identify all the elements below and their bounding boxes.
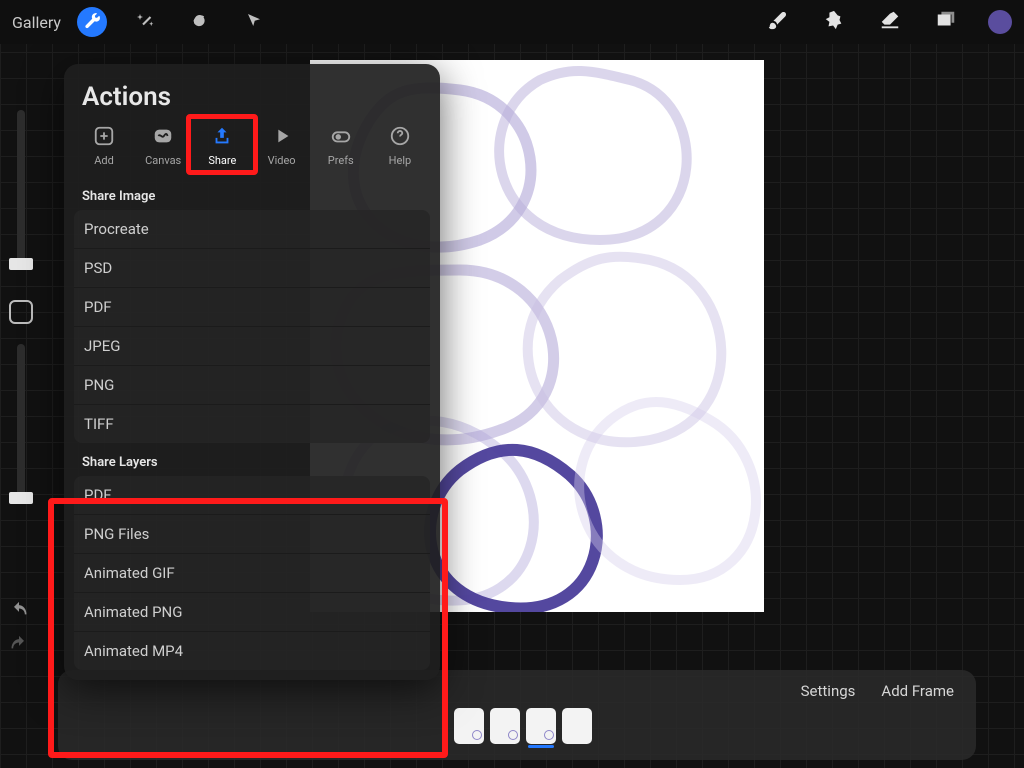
share-option-tiff[interactable]: TIFF bbox=[74, 405, 430, 443]
actions-button[interactable] bbox=[77, 7, 107, 37]
panel-title: Actions bbox=[64, 82, 440, 124]
wrench-icon bbox=[83, 11, 101, 33]
brush-tool-button[interactable] bbox=[764, 8, 792, 36]
share-layers-animated-png[interactable]: Animated PNG bbox=[74, 593, 430, 632]
tab-add[interactable]: Add bbox=[78, 124, 130, 167]
help-icon bbox=[388, 124, 412, 148]
share-layers-list: PDF PNG Files Animated GIF Animated PNG … bbox=[64, 476, 440, 670]
prefs-icon bbox=[329, 124, 353, 148]
frame-thumb[interactable] bbox=[562, 708, 592, 744]
frame-thumb[interactable] bbox=[526, 708, 556, 744]
share-layers-animated-mp4[interactable]: Animated MP4 bbox=[74, 632, 430, 670]
tab-share[interactable]: Share bbox=[196, 124, 248, 167]
frame-thumb[interactable] bbox=[490, 708, 520, 744]
animation-settings-button[interactable]: Settings bbox=[801, 682, 856, 700]
redo-button[interactable] bbox=[8, 634, 30, 656]
cursor-icon bbox=[245, 11, 263, 33]
share-layers-pdf[interactable]: PDF bbox=[74, 476, 430, 515]
selection-icon bbox=[191, 11, 209, 33]
share-option-png[interactable]: PNG bbox=[74, 366, 430, 405]
tab-label: Add bbox=[94, 154, 114, 167]
share-option-psd[interactable]: PSD bbox=[74, 249, 430, 288]
animation-frames bbox=[58, 708, 976, 754]
share-icon bbox=[210, 124, 234, 148]
tab-label: Prefs bbox=[328, 154, 354, 167]
tab-prefs[interactable]: Prefs bbox=[315, 124, 367, 167]
animation-bar: Settings Add Frame bbox=[58, 670, 976, 760]
tab-label: Video bbox=[268, 154, 296, 167]
tab-canvas[interactable]: Canvas bbox=[137, 124, 189, 167]
tab-label: Share bbox=[208, 154, 236, 167]
tab-help[interactable]: Help bbox=[374, 124, 426, 167]
color-swatch-button[interactable] bbox=[988, 10, 1012, 34]
transform-button[interactable] bbox=[239, 7, 269, 37]
actions-panel: Actions Add Canvas Share Video Prefs Hel… bbox=[64, 64, 440, 680]
undo-button[interactable] bbox=[8, 600, 30, 622]
share-option-pdf[interactable]: PDF bbox=[74, 288, 430, 327]
modify-button[interactable] bbox=[9, 300, 33, 324]
add-icon bbox=[92, 124, 116, 148]
eraser-icon bbox=[879, 9, 901, 35]
actions-tab-row: Add Canvas Share Video Prefs Help bbox=[64, 124, 440, 177]
eraser-tool-button[interactable] bbox=[876, 8, 904, 36]
canvas-icon bbox=[151, 124, 175, 148]
slider-thumb[interactable] bbox=[9, 258, 33, 270]
share-image-list: Procreate PSD PDF JPEG PNG TIFF bbox=[64, 210, 440, 443]
slider-thumb[interactable] bbox=[9, 492, 33, 504]
selection-button[interactable] bbox=[185, 7, 215, 37]
top-toolbar: Gallery bbox=[0, 0, 1024, 44]
frame-thumb[interactable] bbox=[454, 708, 484, 744]
brush-icon bbox=[767, 9, 789, 35]
share-layers-png-files[interactable]: PNG Files bbox=[74, 515, 430, 554]
gallery-button[interactable]: Gallery bbox=[12, 13, 61, 32]
share-image-heading: Share Image bbox=[64, 177, 440, 210]
tab-label: Canvas bbox=[145, 154, 181, 167]
layers-icon bbox=[935, 9, 957, 35]
smudge-tool-button[interactable] bbox=[820, 8, 848, 36]
share-layers-animated-gif[interactable]: Animated GIF bbox=[74, 554, 430, 593]
smudge-icon bbox=[823, 9, 845, 35]
share-option-jpeg[interactable]: JPEG bbox=[74, 327, 430, 366]
adjustments-button[interactable] bbox=[131, 7, 161, 37]
wand-icon bbox=[137, 11, 155, 33]
animation-add-frame-button[interactable]: Add Frame bbox=[881, 682, 954, 700]
video-icon bbox=[270, 124, 294, 148]
share-layers-heading: Share Layers bbox=[64, 443, 440, 476]
tab-label: Help bbox=[389, 154, 412, 167]
share-option-procreate[interactable]: Procreate bbox=[74, 210, 430, 249]
layers-button[interactable] bbox=[932, 8, 960, 36]
side-sliders bbox=[4, 110, 38, 534]
brush-size-slider[interactable] bbox=[17, 110, 25, 270]
tab-video[interactable]: Video bbox=[256, 124, 308, 167]
brush-opacity-slider[interactable] bbox=[17, 344, 25, 504]
